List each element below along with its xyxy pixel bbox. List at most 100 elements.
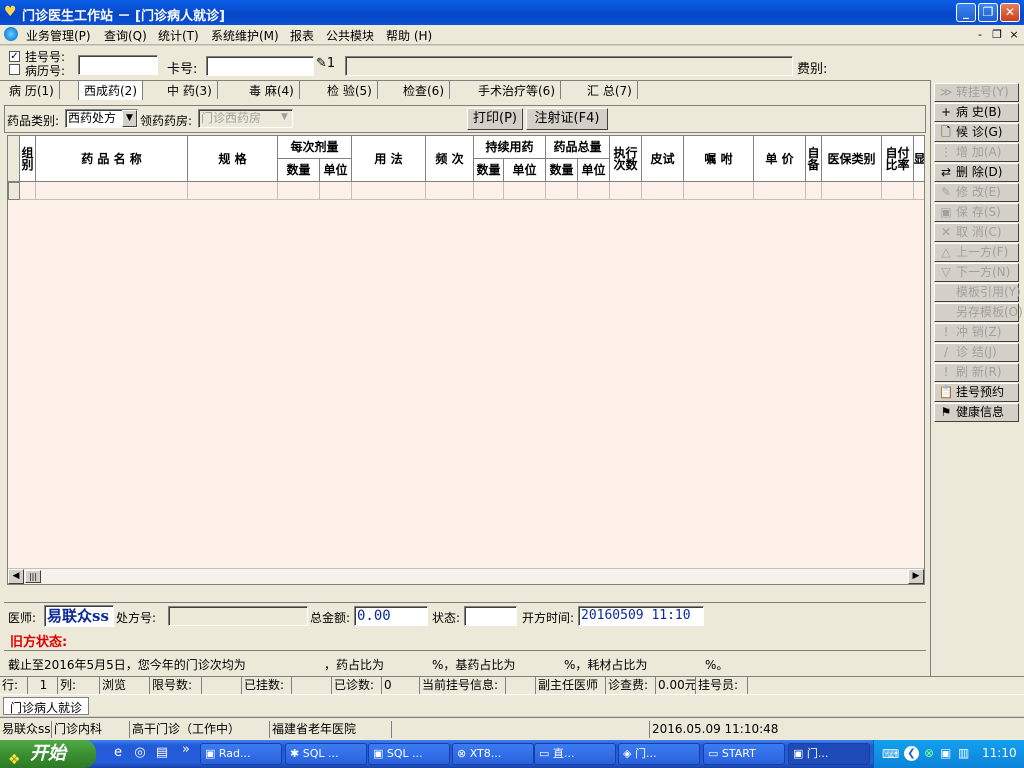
taskbar-item[interactable]: ▣ SQL ... — [368, 743, 450, 765]
menu-common[interactable]: 公共模块 — [326, 27, 374, 44]
table-cell[interactable] — [578, 182, 610, 200]
col-total-unit[interactable]: 单位 — [578, 159, 610, 182]
col-instructions[interactable]: 嘱 咐 — [684, 136, 754, 182]
display-icon[interactable]: ▥ — [958, 746, 969, 760]
taskbar-item[interactable]: ▣ 门... — [788, 743, 870, 765]
row-indicator[interactable] — [8, 182, 20, 200]
table-cell[interactable] — [188, 182, 278, 200]
clock[interactable]: 11:10 — [982, 746, 1017, 760]
taskbar-item[interactable]: ⊗ XT8... — [452, 743, 534, 765]
col-total[interactable]: 药品总量 — [546, 136, 610, 159]
mdi-close-button[interactable]: × — [1007, 28, 1021, 42]
menu-query[interactable]: 查询(Q) — [104, 27, 147, 44]
col-unit-price[interactable]: 单 价 — [754, 136, 806, 182]
card-number-input[interactable] — [206, 56, 314, 76]
col-cont-qty[interactable]: 数量 — [474, 159, 504, 182]
tab-western-drug[interactable]: 西成药(2) — [78, 80, 143, 100]
menu-help[interactable]: 帮助 (H) — [386, 27, 432, 44]
next-rx-button[interactable]: ▽ 下一方(N) — [934, 263, 1019, 282]
tab-surgery[interactable]: 手术治疗等(6) — [473, 81, 561, 99]
browser-icon[interactable]: ◎ — [132, 745, 148, 761]
table-cell[interactable] — [882, 182, 914, 200]
print-button[interactable]: 打印(P) — [467, 108, 523, 130]
title-bar[interactable]: ♥ 门诊医生工作站 － [门诊病人就诊] _ ❐ ✕ — [0, 0, 1024, 25]
waiting-button[interactable]: 🗋 候 诊(G) — [934, 123, 1019, 142]
col-dose-unit[interactable]: 单位 — [320, 159, 352, 182]
close-button[interactable]: ✕ — [1000, 3, 1020, 22]
mdi-minimize-button[interactable]: - — [973, 28, 987, 42]
taskbar-item[interactable]: ▣ Rad... — [200, 743, 282, 765]
transfer-reg-button[interactable]: ≫ 转挂号(Y) — [934, 83, 1019, 102]
edit-button[interactable]: ✎ 修 改(E) — [934, 183, 1019, 202]
history-button[interactable]: + 病 史(B) — [934, 103, 1019, 122]
refresh-button[interactable]: ! 刷 新(R) — [934, 363, 1019, 382]
col-self-supplied[interactable]: 自备 — [806, 136, 822, 182]
tab-narcotic[interactable]: 毒 麻(4) — [244, 81, 300, 99]
table-cell[interactable] — [914, 182, 924, 200]
menu-business[interactable]: 业务管理(P) — [26, 27, 91, 44]
table-cell[interactable] — [36, 182, 188, 200]
template-use-button[interactable]: 模板引用(Y) — [934, 283, 1021, 302]
prev-rx-button[interactable]: △ 上一方(F) — [934, 243, 1019, 262]
table-cell[interactable] — [546, 182, 578, 200]
reg-number-input[interactable] — [78, 55, 158, 75]
pharmacy-chevron-icon[interactable]: ▼ — [277, 110, 292, 127]
reg-checkbox[interactable]: ✓ — [9, 51, 20, 62]
table-cell[interactable] — [320, 182, 352, 200]
table-cell[interactable] — [684, 182, 754, 200]
table-cell[interactable] — [504, 182, 546, 200]
template-save-button[interactable]: 另存模板(O) — [934, 303, 1023, 322]
col-more[interactable]: 显 — [914, 136, 924, 182]
mdi-tab-patient[interactable]: 门诊病人就诊 — [3, 697, 90, 715]
col-usage[interactable]: 用 法 — [352, 136, 426, 182]
save-button[interactable]: ▣ 保 存(S) — [934, 203, 1019, 222]
table-cell[interactable] — [806, 182, 822, 200]
add-button[interactable]: ⋮ 增 加(A) — [934, 143, 1019, 162]
table-cell[interactable] — [426, 182, 474, 200]
maximize-button[interactable]: ❐ — [978, 3, 998, 22]
col-drug-name[interactable]: 药 品 名 称 — [36, 136, 188, 182]
injection-cert-button[interactable]: 注射证(F4) — [526, 108, 608, 130]
col-group[interactable]: 组别 — [20, 136, 36, 182]
taskbar-item[interactable]: ◈ 门... — [618, 743, 700, 765]
monitor-icon[interactable]: ▣ — [940, 746, 951, 760]
diagnose-end-button[interactable]: / 诊 结(J) — [934, 343, 1019, 362]
network-icon[interactable]: ⊗ — [924, 746, 934, 760]
reg-appointment-button[interactable]: 📋 挂号预约 — [934, 383, 1019, 402]
cancel-button[interactable]: ✕ 取 消(C) — [934, 223, 1019, 242]
taskbar-item[interactable]: ✱ SQL ... — [285, 743, 367, 765]
table-cell[interactable] — [642, 182, 684, 200]
table-cell[interactable] — [352, 182, 426, 200]
delete-button[interactable]: ⇄ 删 除(D) — [934, 163, 1019, 182]
tray-expand-icon[interactable]: ❮ — [904, 746, 919, 761]
record-checkbox[interactable] — [9, 64, 20, 75]
pharmacy-select[interactable]: 门诊西药房 ▼ — [198, 109, 293, 128]
tab-chinese-drug[interactable]: 中 药(3) — [162, 81, 218, 99]
keyboard-icon[interactable]: ⌨ — [882, 747, 899, 761]
card-read-button[interactable]: ✎1 — [316, 56, 344, 76]
col-dose[interactable]: 每次剂量 — [278, 136, 352, 159]
table-cell[interactable] — [754, 182, 806, 200]
col-cont-unit[interactable]: 单位 — [504, 159, 546, 182]
table-cell[interactable] — [822, 182, 882, 200]
menu-stats[interactable]: 统计(T) — [158, 27, 199, 44]
table-cell[interactable] — [278, 182, 320, 200]
menu-report[interactable]: 报表 — [290, 27, 314, 44]
scroll-left-icon[interactable]: ◀ — [8, 569, 24, 584]
table-cell[interactable] — [474, 182, 504, 200]
col-continuous[interactable]: 持续用药 — [474, 136, 546, 159]
desktop-icon[interactable]: ▤ — [154, 745, 170, 761]
col-spec[interactable]: 规 格 — [188, 136, 278, 182]
scroll-thumb[interactable]: ||| — [25, 570, 41, 583]
ie-icon[interactable]: e — [110, 745, 126, 761]
horizontal-scrollbar[interactable]: ◀ ||| ▶ — [8, 568, 924, 584]
prescription-grid[interactable]: 组别 药 品 名 称 规 格 每次剂量 数量 单位 用 法 频 次 持续用药 数… — [7, 135, 925, 585]
menu-system[interactable]: 系统维护(M) — [211, 27, 279, 44]
tab-exam[interactable]: 检查(6) — [398, 81, 450, 99]
minimize-button[interactable]: _ — [956, 3, 976, 22]
tab-lab[interactable]: 检 验(5) — [322, 81, 378, 99]
scroll-right-icon[interactable]: ▶ — [908, 569, 924, 584]
tab-record[interactable]: 病 历(1) — [4, 81, 60, 99]
taskbar-item[interactable]: ▭ START — [703, 743, 785, 765]
chevron-down-icon[interactable]: ▼ — [122, 110, 137, 127]
